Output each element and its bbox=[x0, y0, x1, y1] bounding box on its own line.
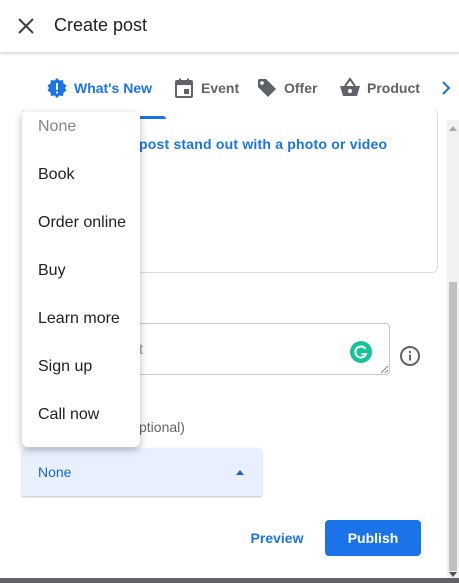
tab-whats-new[interactable]: What's New bbox=[46, 76, 152, 100]
dialog-title: Create post bbox=[54, 15, 148, 35]
menu-item-none[interactable]: None bbox=[22, 112, 140, 151]
grammarly-button[interactable] bbox=[350, 341, 372, 363]
window-bottom-edge bbox=[0, 578, 459, 583]
tab-event[interactable]: Event bbox=[173, 76, 239, 100]
tab-label: What's New bbox=[74, 80, 153, 96]
tab-label: Product bbox=[367, 80, 420, 96]
select-value: None bbox=[38, 464, 72, 480]
whats-new-icon bbox=[47, 78, 67, 98]
caret-up-icon bbox=[236, 470, 244, 475]
menu-item-order-online[interactable]: Order online bbox=[22, 199, 140, 247]
tab-offer[interactable]: Offer bbox=[256, 76, 317, 100]
grammarly-icon bbox=[354, 345, 368, 359]
menu-item-sign-up[interactable]: Sign up bbox=[22, 343, 140, 391]
preview-button[interactable]: Preview bbox=[238, 520, 316, 556]
menu-item-buy[interactable]: Buy bbox=[22, 247, 140, 295]
scrollbar-thumb[interactable] bbox=[449, 282, 457, 571]
add-button-label: ptional) bbox=[139, 419, 185, 435]
add-media-link[interactable]: post stand out with a photo or video bbox=[139, 136, 387, 152]
publish-button[interactable]: Publish bbox=[325, 520, 421, 556]
button-type-select[interactable]: None bbox=[22, 448, 262, 496]
scroll-up-arrow-icon[interactable] bbox=[449, 125, 457, 131]
menu-item-learn-more[interactable]: Learn more bbox=[22, 295, 140, 343]
shopping-basket-icon bbox=[340, 77, 360, 96]
tab-label: Offer bbox=[284, 80, 318, 96]
chevron-right-icon bbox=[442, 81, 451, 95]
close-button[interactable] bbox=[14, 14, 38, 38]
tag-icon bbox=[258, 79, 276, 97]
menu-item-call-now[interactable]: Call now bbox=[22, 391, 140, 439]
close-icon bbox=[18, 18, 34, 34]
tabs-scroll-next-button[interactable] bbox=[438, 76, 456, 100]
info-icon[interactable] bbox=[399, 345, 421, 367]
button-type-menu: None Book Order online Buy Learn more Si… bbox=[22, 112, 140, 447]
tab-product[interactable]: Product bbox=[339, 76, 420, 100]
dialog-header: Create post bbox=[0, 0, 459, 53]
tab-label: Event bbox=[201, 80, 240, 96]
resize-handle-icon[interactable] bbox=[379, 364, 389, 374]
menu-item-book[interactable]: Book bbox=[22, 151, 140, 199]
calendar-icon bbox=[175, 78, 193, 98]
